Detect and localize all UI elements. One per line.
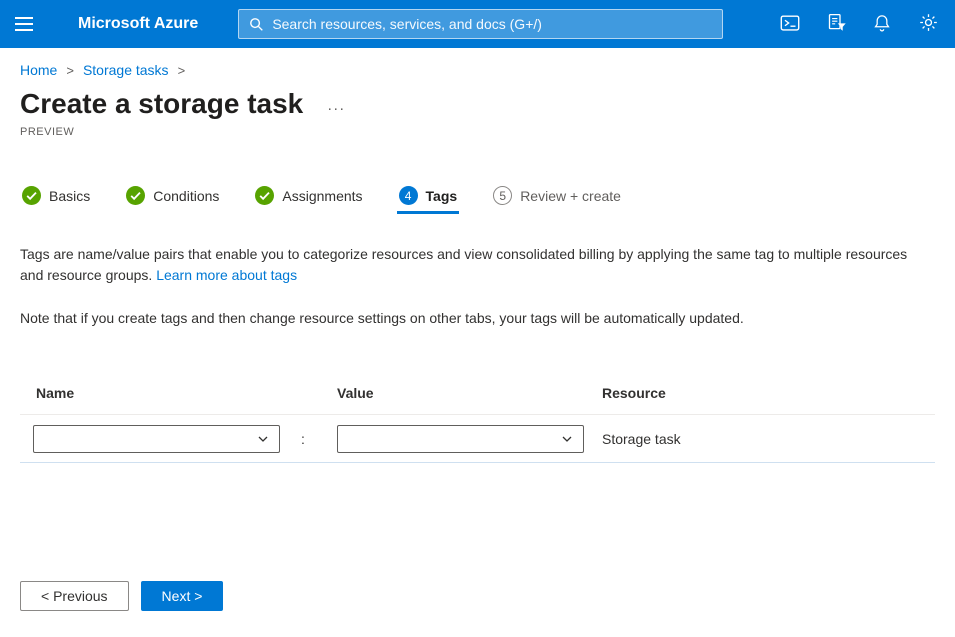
tags-description: Tags are name/value pairs that enable yo… xyxy=(20,244,930,286)
directory-filter-icon xyxy=(826,12,847,36)
page-title: Create a storage task xyxy=(20,88,304,119)
global-search-input[interactable] xyxy=(272,16,713,32)
previous-button[interactable]: < Previous xyxy=(20,581,129,611)
azure-top-bar: Microsoft Azure xyxy=(0,0,955,48)
tab-label: Conditions xyxy=(153,187,220,204)
resource-label: Storage task xyxy=(602,430,681,447)
tab-label: Assignments xyxy=(282,187,363,204)
tab-review-create[interactable]: 5 Review + create xyxy=(491,186,623,214)
page-content: Home > Storage tasks > Create a storage … xyxy=(0,62,955,611)
tag-value-input[interactable] xyxy=(347,430,554,447)
column-header-resource: Resource xyxy=(602,385,666,401)
step-number-badge: 4 xyxy=(398,186,418,205)
cloud-shell-button[interactable] xyxy=(767,0,813,48)
tab-tags[interactable]: 4 Tags xyxy=(396,186,460,214)
next-button[interactable]: Next > xyxy=(140,581,224,611)
chevron-down-icon[interactable] xyxy=(256,432,270,446)
column-header-value: Value xyxy=(337,385,374,401)
product-title[interactable]: Microsoft Azure xyxy=(78,15,198,33)
breadcrumb-separator: > xyxy=(66,62,74,78)
preview-badge: PREVIEW xyxy=(20,126,75,138)
step-number-badge: 5 xyxy=(493,186,513,205)
topbar-actions xyxy=(767,0,955,48)
tags-table: Name Value Resource : Storage task xyxy=(20,385,935,463)
tag-name-combobox[interactable] xyxy=(33,424,280,453)
step-complete-icon xyxy=(126,186,146,205)
notifications-bell-icon xyxy=(872,13,892,36)
tab-assignments[interactable]: Assignments xyxy=(253,186,364,214)
tab-label: Basics xyxy=(49,187,91,204)
tab-basics[interactable]: Basics xyxy=(20,186,92,214)
breadcrumb: Home > Storage tasks > xyxy=(20,62,935,78)
page-context-menu-button[interactable]: ··· xyxy=(327,100,345,117)
directory-filter-button[interactable] xyxy=(813,0,859,48)
tag-name-input[interactable] xyxy=(43,430,250,447)
settings-button[interactable] xyxy=(905,0,951,48)
chevron-down-icon[interactable] xyxy=(560,432,574,446)
step-complete-icon xyxy=(22,186,41,205)
hamburger-icon xyxy=(15,17,33,31)
tags-note: Note that if you create tags and then ch… xyxy=(20,310,744,326)
column-header-name: Name xyxy=(36,385,75,401)
tag-value-combobox[interactable] xyxy=(337,424,584,453)
notifications-button[interactable] xyxy=(859,0,905,48)
learn-more-link[interactable]: Learn more about tags xyxy=(156,267,297,283)
tags-description-text: Tags are name/value pairs that enable yo… xyxy=(20,246,908,283)
tags-table-header: Name Value Resource xyxy=(20,385,935,415)
tab-label: Tags xyxy=(425,187,458,204)
tag-row: : Storage task xyxy=(20,415,935,463)
name-value-separator: : xyxy=(301,430,305,447)
tab-conditions[interactable]: Conditions xyxy=(124,186,221,214)
breadcrumb-home-link[interactable]: Home xyxy=(20,62,57,78)
hamburger-menu-button[interactable] xyxy=(0,0,48,48)
wizard-footer: < Previous Next > xyxy=(20,581,935,611)
tab-label: Review + create xyxy=(520,187,621,204)
search-icon xyxy=(249,17,264,32)
step-complete-icon xyxy=(255,186,275,205)
cloud-shell-icon xyxy=(779,12,801,37)
settings-gear-icon xyxy=(918,12,939,36)
wizard-tabs: Basics Conditions Assignments 4 Tags 5 R… xyxy=(20,186,935,214)
global-search-box[interactable] xyxy=(238,9,724,39)
breadcrumb-storage-tasks-link[interactable]: Storage tasks xyxy=(83,62,169,78)
breadcrumb-separator: > xyxy=(177,62,186,78)
